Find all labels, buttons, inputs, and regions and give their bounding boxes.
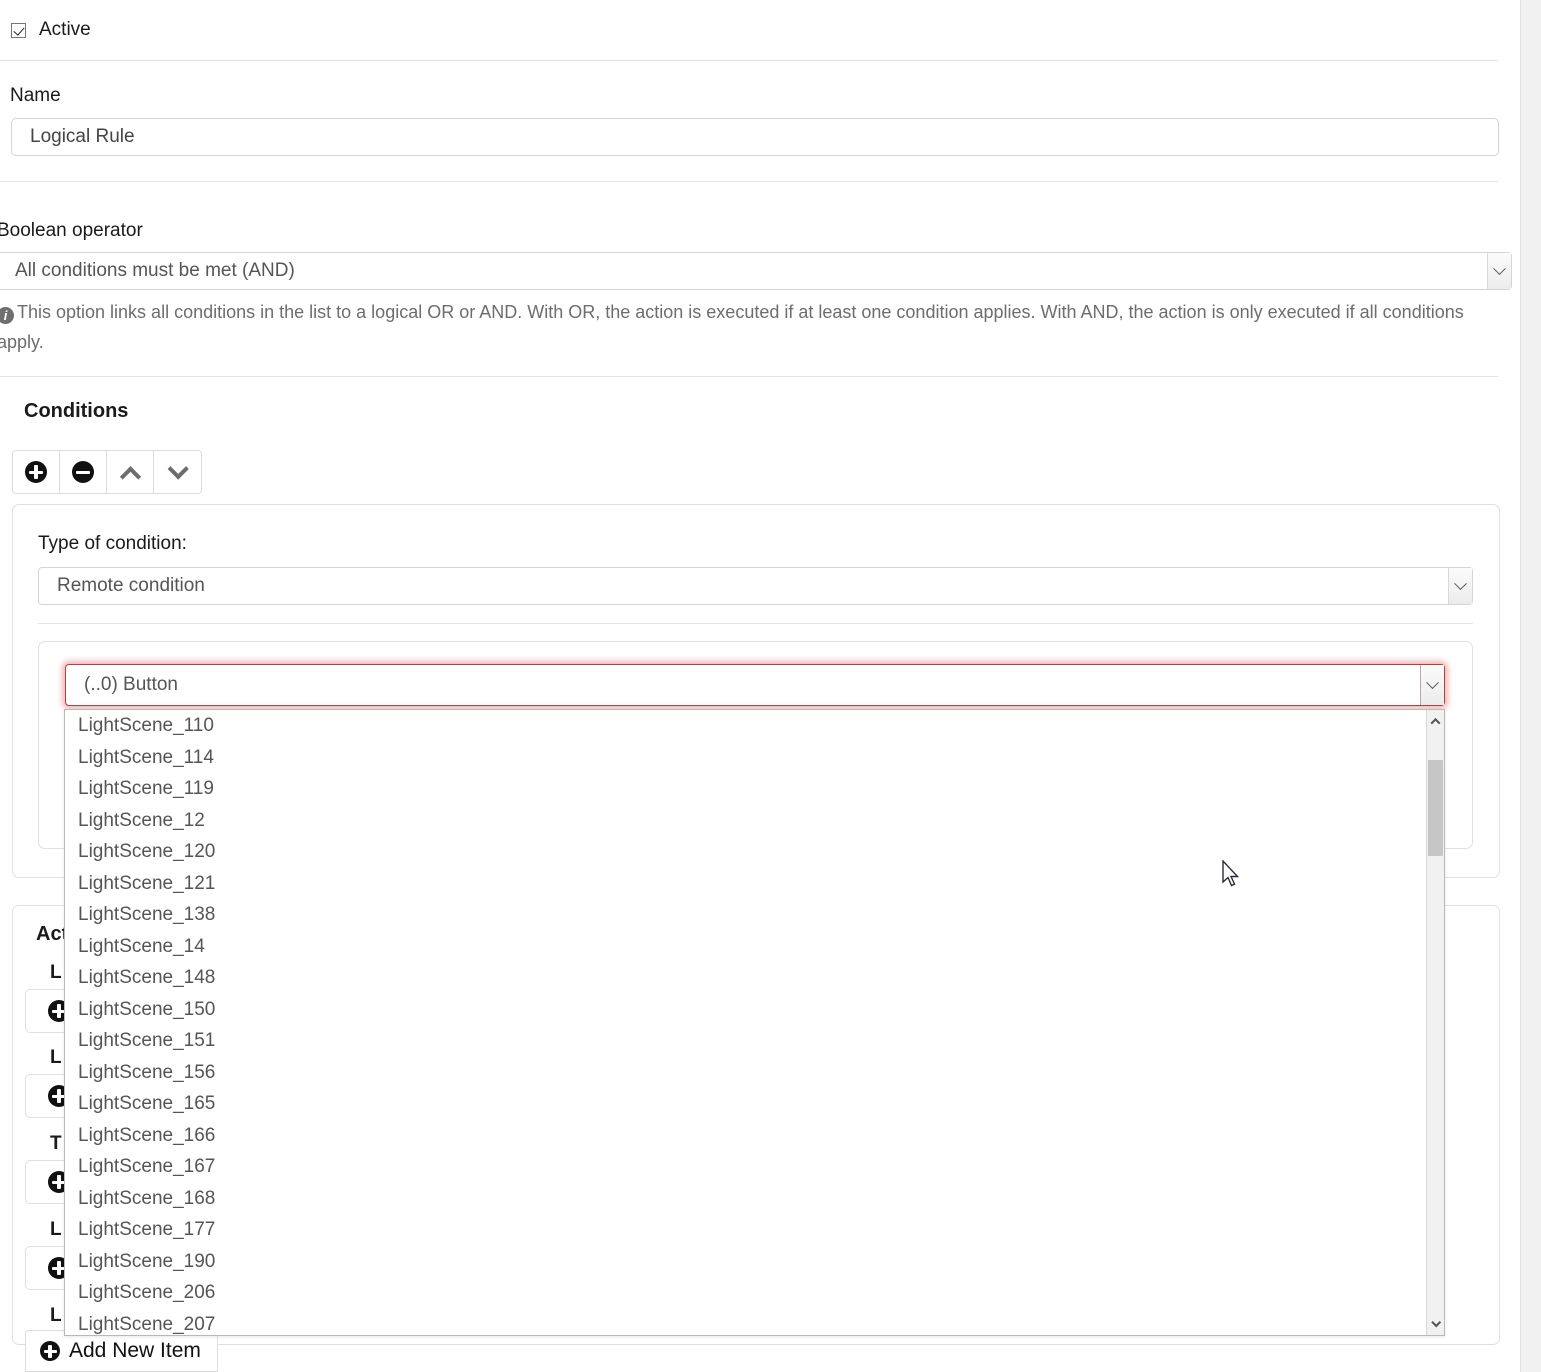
action-label-2: T [50, 1133, 62, 1154]
boolean-operator-label: Boolean operator [0, 220, 143, 241]
condition-type-dropdown-button[interactable] [1448, 568, 1472, 604]
dropdown-option[interactable]: LightScene_165 [65, 1088, 1426, 1120]
dropdown-option[interactable]: LightScene_119 [65, 773, 1426, 805]
divider-4 [38, 623, 1473, 624]
action-label-1: L [50, 1047, 62, 1068]
add-new-item-label: Add New Item [69, 1339, 201, 1362]
remove-condition-button[interactable] [60, 451, 107, 493]
condition-type-select[interactable]: Remote condition [38, 567, 1473, 605]
help-text: This option links all conditions in the … [0, 302, 1464, 352]
chevron-down-icon [167, 457, 189, 480]
active-checkbox-row[interactable]: Active [0, 14, 91, 46]
plus-circle-icon [25, 461, 47, 483]
device-select-dropdown-button[interactable] [1420, 665, 1444, 705]
add-condition-button[interactable] [13, 451, 60, 493]
chevron-down-icon [1493, 261, 1506, 275]
dropdown-option[interactable]: LightScene_148 [65, 962, 1426, 994]
device-select[interactable]: (..0) Button [65, 664, 1445, 706]
dropdown-scrollbar-thumb[interactable] [1428, 760, 1443, 856]
app-root: Active Name Logical Rule Boolean operato… [0, 0, 1541, 1372]
dropdown-option[interactable]: LightScene_114 [65, 742, 1426, 774]
minus-circle-icon [72, 461, 94, 483]
action-label-0: L [50, 962, 62, 983]
dropdown-option[interactable]: LightScene_14 [65, 931, 1426, 963]
mouse-cursor [1222, 860, 1240, 887]
scroll-up-arrow-icon[interactable] [1427, 712, 1444, 730]
boolean-operator-select[interactable]: All conditions must be met (AND) [0, 252, 1512, 290]
dropdown-option[interactable]: LightScene_156 [65, 1057, 1426, 1089]
chevron-down-icon [1454, 576, 1467, 590]
action-label-4: L [50, 1305, 62, 1326]
chevron-down-icon [1426, 675, 1439, 689]
scroll-down-arrow-icon[interactable] [1427, 1315, 1444, 1333]
boolean-operator-dropdown-button[interactable] [1487, 253, 1511, 289]
form-content: Active Name Logical Rule Boolean operato… [0, 0, 1520, 1372]
dropdown-option[interactable]: LightScene_12 [65, 805, 1426, 837]
name-label: Name [10, 85, 61, 106]
plus-circle-icon [40, 1341, 60, 1361]
dropdown-scrollbar[interactable] [1426, 710, 1444, 1335]
condition-type-label: Type of condition: [38, 533, 187, 554]
dropdown-option[interactable]: LightScene_150 [65, 994, 1426, 1026]
dropdown-option[interactable]: LightScene_151 [65, 1025, 1426, 1057]
divider-1 [0, 60, 1498, 61]
divider-2 [0, 181, 1498, 182]
boolean-operator-help-text: i This option links all conditions in the… [0, 297, 1502, 357]
divider-3 [0, 376, 1498, 377]
action-label-3: L [50, 1219, 62, 1240]
move-up-button[interactable] [107, 451, 154, 493]
chevron-up-icon [119, 465, 141, 487]
conditions-toolbar [12, 450, 202, 494]
dropdown-option[interactable]: LightScene_166 [65, 1120, 1426, 1152]
active-checkbox[interactable] [11, 22, 26, 38]
device-select-value: (..0) Button [84, 674, 178, 695]
page-scrollbar[interactable] [1520, 0, 1541, 1372]
active-checkbox-label: Active [39, 19, 91, 40]
device-select-dropdown-list[interactable]: LightScene_110 LightScene_114 LightScene_1… [64, 709, 1445, 1336]
move-down-button[interactable] [154, 451, 201, 493]
dropdown-option[interactable]: LightScene_206 [65, 1277, 1426, 1309]
dropdown-option[interactable]: LightScene_190 [65, 1246, 1426, 1278]
condition-type-value: Remote condition [57, 575, 205, 596]
dropdown-option[interactable]: LightScene_167 [65, 1151, 1426, 1183]
dropdown-option[interactable]: LightScene_177 [65, 1214, 1426, 1246]
dropdown-option[interactable]: LightScene_110 [65, 710, 1426, 742]
boolean-operator-value: All conditions must be met (AND) [15, 260, 295, 281]
add-new-item-button[interactable]: Add New Item [25, 1330, 218, 1372]
dropdown-option[interactable]: LightScene_207 [65, 1309, 1426, 1336]
info-circle-icon: i [0, 307, 14, 324]
dropdown-option[interactable]: LightScene_168 [65, 1183, 1426, 1215]
name-input[interactable]: Logical Rule [11, 118, 1499, 156]
dropdown-options-list[interactable]: LightScene_110 LightScene_114 LightScene_1… [65, 710, 1426, 1335]
conditions-title: Conditions [24, 400, 129, 422]
dropdown-option[interactable]: LightScene_138 [65, 899, 1426, 931]
